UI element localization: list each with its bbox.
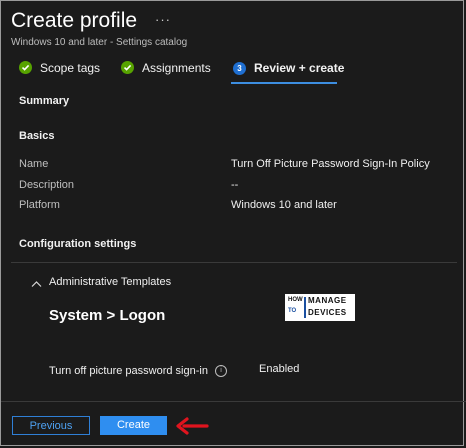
field-name-value: Turn Off Picture Password Sign-In Policy — [231, 158, 430, 170]
setting-value: Enabled — [259, 363, 300, 375]
howtomanagedevices-logo: HOW TO MANAGE DEVICES — [285, 294, 355, 321]
field-description-value: -- — [231, 179, 239, 191]
setting-label: Turn off picture password sign-in — [49, 365, 208, 377]
checkmark-icon — [121, 61, 134, 74]
category-path-heading: System > Logon — [49, 307, 166, 324]
tab-assignments[interactable]: Assignments — [121, 61, 211, 75]
configuration-settings-heading: Configuration settings — [19, 238, 137, 250]
logo-how-text: HOW — [288, 297, 303, 303]
checkmark-icon — [19, 61, 32, 74]
chevron-up-icon[interactable] — [31, 275, 42, 293]
tab-review-create[interactable]: 3 Review + create — [233, 61, 344, 75]
tab-scope-tags[interactable]: Scope tags — [19, 61, 100, 75]
page-title: Create profile — [11, 9, 138, 32]
active-tab-indicator — [231, 82, 337, 84]
administrative-templates-label[interactable]: Administrative Templates — [49, 276, 171, 288]
logo-manage-text: MANAGE — [308, 296, 347, 305]
footer-divider — [1, 401, 466, 402]
info-icon[interactable]: i — [215, 365, 227, 377]
tab-label: Assignments — [142, 61, 211, 75]
field-platform-value: Windows 10 and later — [231, 199, 337, 211]
field-description-label: Description — [19, 179, 75, 191]
field-name-label: Name — [19, 158, 49, 170]
basics-heading: Basics — [19, 130, 55, 142]
tab-label: Scope tags — [40, 61, 101, 75]
summary-heading: Summary — [19, 95, 70, 107]
step-number-badge: 3 — [233, 62, 246, 75]
field-platform-label: Platform — [19, 199, 60, 211]
create-button[interactable]: Create — [100, 416, 167, 435]
tab-label: Review + create — [254, 61, 345, 75]
logo-to-text: TO — [288, 308, 297, 314]
logo-devices-text: DEVICES — [308, 308, 347, 317]
divider — [11, 262, 457, 263]
logo-bar — [304, 297, 306, 318]
more-options-button[interactable]: ··· — [155, 12, 171, 27]
page-subtitle: Windows 10 and later - Settings catalog — [11, 37, 188, 48]
blade-panel: Create profile ··· Windows 10 and later … — [0, 0, 466, 446]
previous-button[interactable]: Previous — [12, 416, 90, 435]
red-arrow-annotation-icon — [175, 416, 209, 441]
